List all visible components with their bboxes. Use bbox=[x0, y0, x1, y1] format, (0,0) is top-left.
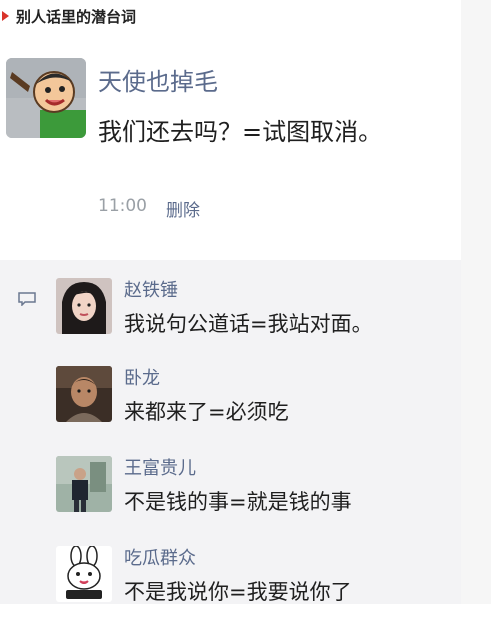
post-author-name[interactable]: 天使也掉毛 bbox=[98, 62, 218, 97]
comment-author-name[interactable]: 卧龙 bbox=[124, 364, 160, 390]
comment-author-name[interactable]: 吃瓜群众 bbox=[124, 544, 196, 570]
rabbit-sticker-avatar-icon[interactable] bbox=[56, 546, 112, 602]
comment-item: 吃瓜群众 不是我说你=我要说你了 bbox=[56, 546, 456, 626]
comment-section: 赵铁锤 我说句公道话=我站对面。 卧龙 来都来了=必须吃 王富贵儿 不是钱的事=… bbox=[0, 260, 461, 604]
comment-text: 我说句公道话=我站对面。 bbox=[124, 312, 373, 336]
delete-link[interactable]: 删除 bbox=[166, 196, 200, 221]
comment-text: 不是我说你=我要说你了 bbox=[124, 580, 352, 604]
woman-photo-avatar-icon[interactable] bbox=[56, 278, 112, 334]
comment-item: 赵铁锤 我说句公道话=我站对面。 bbox=[56, 278, 456, 358]
comment-author-name[interactable]: 王富贵儿 bbox=[124, 454, 196, 480]
post-time: 11:00 bbox=[98, 196, 147, 216]
standing-man-avatar-icon[interactable] bbox=[56, 456, 112, 512]
man-photo-avatar-icon[interactable] bbox=[56, 366, 112, 422]
comment-icon bbox=[18, 292, 36, 306]
page-title: 别人话里的潜台词 bbox=[16, 8, 137, 26]
comment-text: 不是钱的事=就是钱的事 bbox=[124, 490, 352, 514]
page-header: 别人话里的潜台词 bbox=[0, 0, 491, 32]
moment-post: 天使也掉毛 我们还去吗？=试图取消。 11:00 删除 bbox=[0, 32, 461, 250]
comment-item: 卧龙 来都来了=必须吃 bbox=[56, 366, 456, 446]
comment-item: 王富贵儿 不是钱的事=就是钱的事 bbox=[56, 456, 456, 536]
cartoon-avatar-icon[interactable] bbox=[6, 58, 86, 138]
comment-text: 来都来了=必须吃 bbox=[124, 400, 289, 424]
right-gutter bbox=[461, 0, 491, 604]
triangle-marker-icon bbox=[2, 11, 9, 21]
post-content: 我们还去吗？=试图取消。 bbox=[98, 118, 383, 146]
comment-author-name[interactable]: 赵铁锤 bbox=[124, 276, 178, 302]
